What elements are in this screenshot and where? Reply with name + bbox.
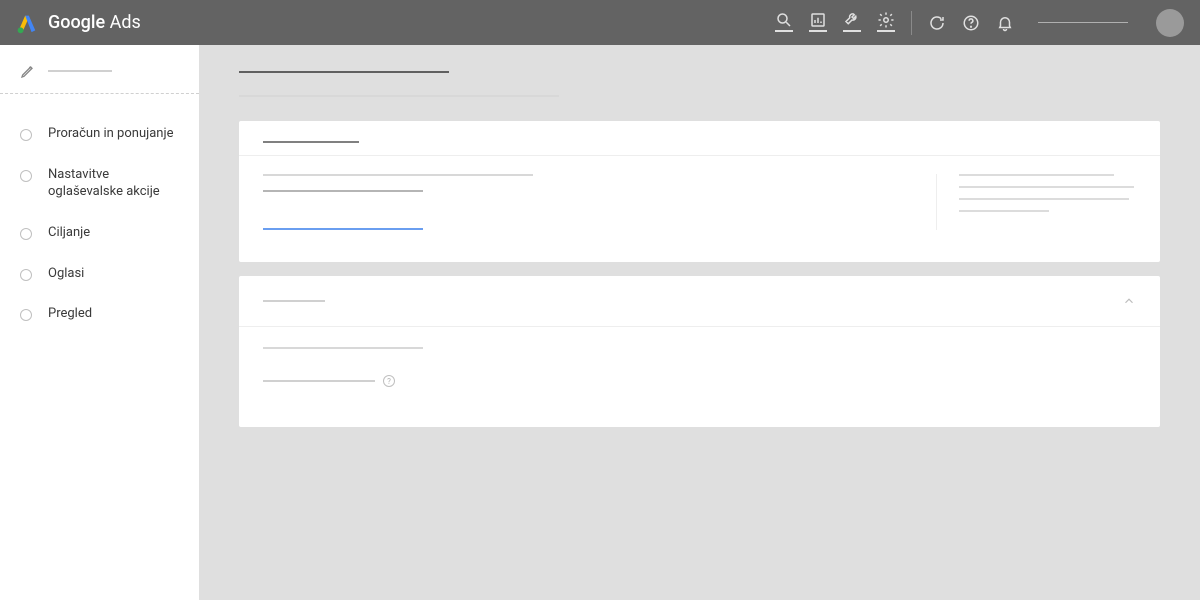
app-header: Google Ads — [0, 0, 1200, 45]
card-header — [239, 121, 1160, 155]
chevron-up-icon[interactable] — [1122, 294, 1136, 308]
header-toolbar — [775, 9, 1184, 37]
input-placeholder[interactable] — [263, 190, 423, 192]
sidebar: Proračun in ponujanje Nastavitve oglašev… — [0, 45, 199, 600]
question-icon[interactable]: ? — [383, 375, 395, 387]
sidebar-item-label: Oglasi — [48, 266, 84, 283]
sidebar-item-ads[interactable]: Oglasi — [0, 254, 199, 295]
pencil-icon — [20, 63, 36, 79]
step-circle-icon — [20, 269, 32, 281]
sidebar-item-label: Pregled — [48, 306, 92, 323]
info-line — [959, 174, 1114, 176]
brand-logo[interactable]: Google Ads — [16, 12, 141, 34]
info-line — [959, 198, 1129, 200]
card-main-form — [263, 174, 936, 230]
card-sidebar-info — [936, 174, 1136, 230]
sidebar-item-label: Proračun in ponujanje — [48, 126, 173, 143]
sidebar-item-review[interactable]: Pregled — [0, 294, 199, 335]
sidebar-item-targeting[interactable]: Ciljanje — [0, 213, 199, 254]
page-title-placeholder — [239, 71, 449, 73]
form-line-placeholder — [263, 174, 533, 176]
link-placeholder[interactable] — [263, 228, 423, 230]
sidebar-header-placeholder — [48, 70, 112, 72]
main-content: ? — [199, 45, 1200, 600]
reports-icon[interactable] — [809, 14, 827, 32]
info-line — [959, 186, 1134, 188]
budget-card — [239, 121, 1160, 262]
tools-icon[interactable] — [843, 14, 861, 32]
refresh-icon[interactable] — [928, 14, 946, 32]
helper-row: ? — [263, 375, 1136, 387]
sidebar-item-budget[interactable]: Proračun in ponujanje — [0, 114, 199, 155]
help-icon[interactable] — [962, 14, 980, 32]
toolbar-divider — [911, 11, 912, 35]
step-circle-icon — [20, 228, 32, 240]
sidebar-item-campaign-settings[interactable]: Nastavitve oglaševalske akcije — [0, 155, 199, 213]
form-line-placeholder — [263, 347, 423, 349]
info-line — [959, 210, 1049, 212]
google-ads-logo-icon — [16, 12, 38, 34]
card-title-placeholder — [263, 141, 359, 143]
sidebar-item-label: Nastavitve oglaševalske akcije — [48, 167, 179, 201]
settings-icon[interactable] — [877, 14, 895, 32]
notifications-icon[interactable] — [996, 14, 1014, 32]
sidebar-draft-header[interactable] — [0, 63, 199, 93]
step-circle-icon — [20, 170, 32, 182]
brand-name: Google Ads — [48, 12, 141, 33]
bidding-card: ? — [239, 276, 1160, 427]
page-subtitle-placeholder — [239, 95, 559, 97]
step-circle-icon — [20, 309, 32, 321]
search-icon[interactable] — [775, 14, 793, 32]
card-header[interactable] — [239, 276, 1160, 326]
card-title-placeholder — [263, 300, 325, 302]
sidebar-divider — [0, 93, 199, 94]
avatar[interactable] — [1156, 9, 1184, 37]
step-circle-icon — [20, 129, 32, 141]
sidebar-item-label: Ciljanje — [48, 225, 90, 242]
account-placeholder — [1038, 22, 1128, 23]
helper-text-placeholder — [263, 380, 375, 382]
